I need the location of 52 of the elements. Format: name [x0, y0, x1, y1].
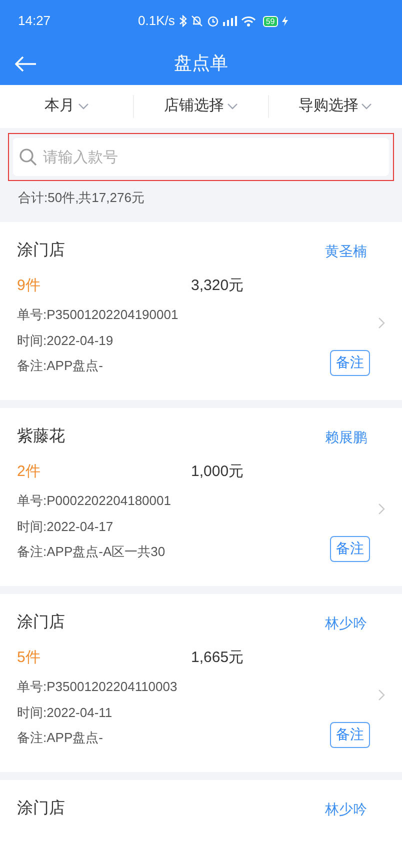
date-text: 时间:2022-04-11 — [17, 704, 114, 722]
note-text: 备注:APP盘点- — [17, 357, 104, 375]
staff-name: 林少吟 — [325, 800, 367, 818]
back-arrow-icon[interactable] — [15, 56, 37, 72]
item-count: 5件 — [17, 648, 42, 668]
signal-icon — [222, 16, 237, 26]
summary-text: 合计:50件,共17,276元 — [17, 189, 146, 208]
amount: 1,665元 — [191, 648, 244, 668]
caret-icon — [226, 103, 238, 110]
date-text: 时间:2022-04-19 — [17, 332, 114, 350]
order-number: 单号:P0002202204180001 — [17, 492, 172, 510]
item-count: 2件 — [17, 462, 42, 482]
amount: 3,320元 — [191, 276, 244, 296]
amount: 1,000元 — [191, 462, 244, 482]
note-text: 备注:APP盘点-A区一共30 — [17, 543, 166, 561]
filter-dropdown[interactable]: 本月 — [44, 95, 89, 118]
order-number: 单号:P35001202204110003 — [17, 678, 178, 696]
date-text: 时间:2022-04-17 — [17, 518, 114, 536]
remark-button[interactable]: 备注 — [330, 722, 370, 748]
caret-icon — [361, 103, 372, 110]
staff-name: 林少吟 — [325, 614, 367, 632]
page-title: 盘点单 — [174, 52, 228, 75]
chevron-right-icon — [378, 503, 385, 515]
record-card[interactable]: 紫藤花 赖展鹏 2件 1,000元 单号:P0002202204180001 时间:2022-04-17 备注:APP盘点-A区一共30 备注 — [0, 408, 402, 586]
item-count: 9件 — [17, 276, 42, 296]
record-card[interactable]: 涂门店 林少吟 5件 1,665元 单号:P35001202204110003 时间:2022-04-11 备注:APP盘点- 备注 — [0, 594, 402, 772]
store-name: 涂门店 — [17, 798, 65, 819]
battery-icon: 59 — [262, 16, 278, 26]
caret-icon — [78, 103, 89, 110]
staff-name: 黄圣楠 — [325, 242, 367, 260]
note-text: 备注:APP盘点- — [17, 729, 104, 747]
network-speed: 0.1K/s — [138, 12, 175, 30]
store-name: 紫藤花 — [17, 426, 65, 447]
chevron-right-icon — [378, 317, 385, 329]
charging-icon — [282, 16, 288, 26]
clock: 14:27 — [18, 12, 52, 30]
record-card[interactable]: 涂门店 黄圣楠 9件 3,320元 单号:P35001202204190001 时间:2022-04-19 备注:APP盘点- 备注 — [0, 222, 402, 400]
alarm-icon — [206, 15, 219, 27]
remark-button[interactable]: 备注 — [330, 536, 370, 562]
order-number: 单号:P35001202204190001 — [17, 306, 180, 324]
record-card[interactable]: 涂门店 林少吟 — [0, 780, 402, 846]
search-field[interactable]: 请输入款号 — [13, 138, 389, 176]
store-name: 涂门店 — [17, 240, 65, 261]
filter-dropdown[interactable]: 店铺选择 — [164, 95, 238, 118]
chevron-right-icon — [378, 689, 385, 701]
filter-dropdown[interactable]: 导购选择 — [298, 95, 372, 118]
bluetooth-icon — [178, 15, 187, 27]
store-name: 涂门店 — [17, 612, 65, 633]
bell-off-icon — [190, 15, 203, 27]
remark-button[interactable]: 备注 — [330, 350, 370, 376]
wifi-icon — [240, 16, 256, 26]
staff-name: 赖展鹏 — [325, 428, 367, 446]
